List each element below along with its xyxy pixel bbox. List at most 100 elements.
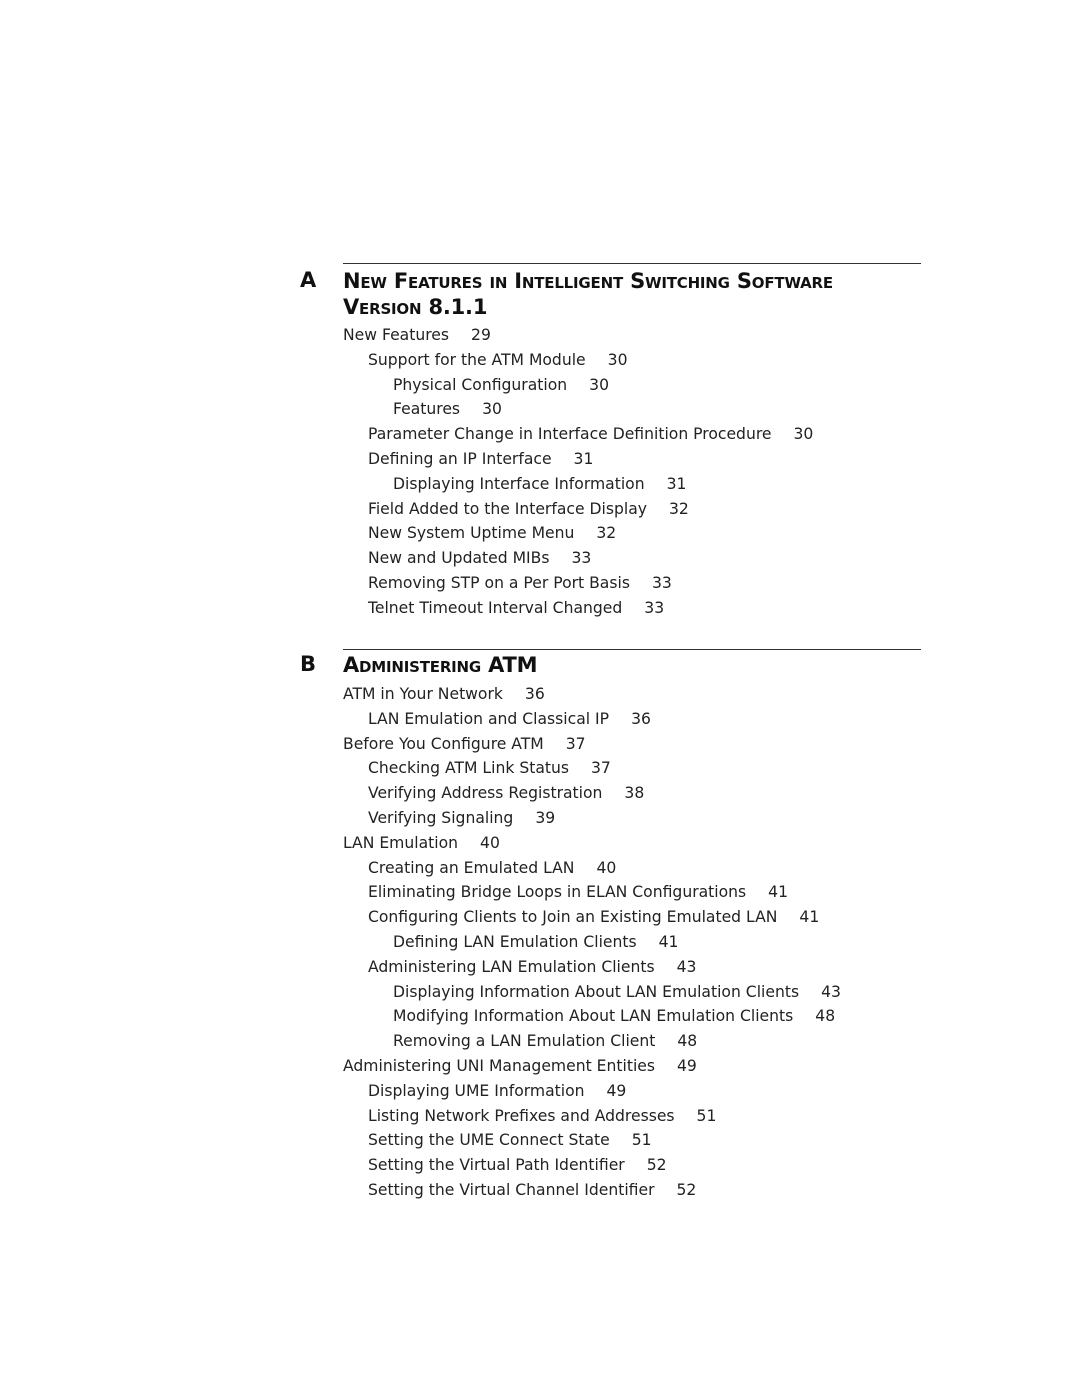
toc-entry-page-number: 37 xyxy=(591,759,611,778)
toc-entry-title: Displaying Information About LAN Emulati… xyxy=(393,982,800,1001)
toc-entry-title: New System Uptime Menu xyxy=(368,524,575,543)
toc-entry-page-number: 32 xyxy=(669,499,689,518)
toc-entry-page-number: 31 xyxy=(573,449,594,468)
toc-entry-title: Eliminating Bridge Loops in ELAN Configu… xyxy=(368,883,747,902)
toc-entry[interactable]: Verifying Signaling 39 xyxy=(343,806,841,831)
toc-entry[interactable]: Displaying Interface Information 31 xyxy=(343,472,813,497)
toc-entry[interactable]: Creating an Emulated LAN 40 xyxy=(343,856,841,881)
toc-entry[interactable]: Administering UNI Management Entities 49 xyxy=(343,1054,841,1079)
toc-entry-page-number: 36 xyxy=(524,685,545,703)
toc-entry-title: ATM in Your Network xyxy=(343,685,503,703)
toc-entry[interactable]: Administering LAN Emulation Clients 43 xyxy=(343,955,841,980)
toc-entry-page-number: 31 xyxy=(666,474,687,493)
toc-entry-title: Features xyxy=(393,400,461,419)
toc-entry[interactable]: Setting the Virtual Channel Identifier 52 xyxy=(343,1178,841,1203)
toc-entry-page-number: 33 xyxy=(644,598,665,617)
toc-entry-page-number: 49 xyxy=(606,1081,627,1100)
toc-entry[interactable]: Defining an IP Interface 31 xyxy=(343,447,813,472)
toc-entry-page-number: 32 xyxy=(596,524,617,543)
toc-entry-title: Before You Configure ATM xyxy=(343,734,544,753)
toc-entry[interactable]: Before You Configure ATM 37 xyxy=(343,732,841,757)
toc-entry-title: Checking ATM Link Status xyxy=(368,759,570,778)
toc-entry-page-number: 30 xyxy=(589,375,609,394)
toc-entry[interactable]: Modifying Information About LAN Emulatio… xyxy=(343,1004,841,1029)
toc-entry-page-number: 36 xyxy=(631,709,651,728)
toc-entry[interactable]: New System Uptime Menu 32 xyxy=(343,521,813,546)
toc-entry-title: Creating an Emulated LAN xyxy=(368,858,575,877)
toc-entry-title: Displaying Interface Information xyxy=(393,474,645,493)
toc-entry[interactable]: Displaying UME Information 49 xyxy=(343,1079,841,1104)
toc-entry[interactable]: Removing a LAN Emulation Client 48 xyxy=(343,1029,841,1054)
toc-entry-page-number: 33 xyxy=(571,549,592,568)
toc-entry-title: Verifying Signaling xyxy=(368,808,514,827)
toc-entry-title: Verifying Address Registration xyxy=(368,784,603,803)
toc-entry-page-number: 40 xyxy=(480,833,500,852)
toc-entry-title: Removing a LAN Emulation Client xyxy=(393,1032,656,1051)
toc-entry[interactable]: Setting the UME Connect State 51 xyxy=(343,1128,841,1153)
toc-entry-title: Displaying UME Information xyxy=(368,1081,585,1100)
toc-entry[interactable]: Configuring Clients to Join an Existing … xyxy=(343,905,841,930)
toc-entry[interactable]: Parameter Change in Interface Definition… xyxy=(343,422,813,447)
toc-entry-title: Support for the ATM Module xyxy=(368,350,586,369)
section-divider xyxy=(343,263,921,264)
toc-entry-page-number: 43 xyxy=(821,982,841,1001)
toc-entry[interactable]: Checking ATM Link Status 37 xyxy=(343,756,841,781)
toc-entry-title: Configuring Clients to Join an Existing … xyxy=(368,908,778,927)
toc-entry[interactable]: Listing Network Prefixes and Addresses 51 xyxy=(343,1104,841,1129)
toc-entry[interactable]: Field Added to the Interface Display 32 xyxy=(343,497,813,522)
toc-entry-page-number: 38 xyxy=(624,784,645,803)
toc-entries: ATM in Your Network 36 LAN Emulation and C… xyxy=(343,682,841,1203)
toc-entry-title: Physical Configuration xyxy=(393,375,568,394)
appendix-letter: B xyxy=(300,652,317,676)
toc-entry-title: Defining LAN Emulation Clients xyxy=(393,932,637,951)
toc-entry[interactable]: Setting the Virtual Path Identifier 52 xyxy=(343,1153,841,1178)
toc-entry-title: Setting the Virtual Path Identifier xyxy=(368,1156,625,1175)
toc-entry[interactable]: Removing STP on a Per Port Basis 33 xyxy=(343,571,813,596)
toc-entry-title: LAN Emulation xyxy=(343,833,459,852)
toc-entry-page-number: 48 xyxy=(677,1032,698,1051)
appendix-title-line2: Version 8.1.1 xyxy=(343,295,488,319)
toc-entry[interactable]: ATM in Your Network 36 xyxy=(343,682,841,707)
toc-entry-title: New Features xyxy=(343,326,450,344)
toc-entry-title: Setting the UME Connect State xyxy=(368,1131,610,1150)
toc-entry-page-number: 33 xyxy=(651,573,672,592)
toc-entry-title: Modifying Information About LAN Emulatio… xyxy=(393,1007,794,1026)
toc-entry[interactable]: Displaying Information About LAN Emulati… xyxy=(343,980,841,1005)
toc-entry-page-number: 52 xyxy=(646,1156,667,1175)
toc-entry-page-number: 51 xyxy=(696,1106,717,1125)
toc-entry[interactable]: Eliminating Bridge Loops in ELAN Configu… xyxy=(343,880,841,905)
toc-entry[interactable]: LAN Emulation 40 xyxy=(343,831,841,856)
toc-entry-page-number: 40 xyxy=(596,858,617,877)
section-divider xyxy=(343,649,921,650)
appendix-title-line1: Administering ATM xyxy=(343,653,538,677)
toc-entry[interactable]: Support for the ATM Module 30 xyxy=(343,348,813,373)
toc-entry-title: LAN Emulation and Classical IP xyxy=(368,709,610,728)
toc-entry-page-number: 37 xyxy=(565,734,586,753)
toc-entry-page-number: 39 xyxy=(535,808,556,827)
toc-entry[interactable]: Verifying Address Registration 38 xyxy=(343,781,841,806)
toc-entry[interactable]: Features 30 xyxy=(343,397,813,422)
toc-entry-page-number: 41 xyxy=(799,908,820,927)
toc-entry-title: Listing Network Prefixes and Addresses xyxy=(368,1106,675,1125)
toc-entry-page-number: 52 xyxy=(676,1180,697,1199)
toc-entry-title: Setting the Virtual Channel Identifier xyxy=(368,1180,655,1199)
toc-entry-page-number: 29 xyxy=(471,326,491,344)
toc-entry-page-number: 49 xyxy=(677,1056,697,1075)
toc-entry-page-number: 41 xyxy=(768,883,789,902)
toc-entry-title: Defining an IP Interface xyxy=(368,449,552,468)
appendix-title-line1: New Features in Intelligent Switching So… xyxy=(343,269,833,293)
toc-entry-page-number: 30 xyxy=(607,350,628,369)
toc-entry-page-number: 43 xyxy=(676,957,697,976)
toc-entry[interactable]: Physical Configuration 30 xyxy=(343,373,813,398)
toc-entry-title: Administering LAN Emulation Clients xyxy=(368,957,655,976)
toc-entry-page-number: 30 xyxy=(793,425,814,444)
appendix-letter: A xyxy=(300,268,317,292)
toc-entry-title: Parameter Change in Interface Definition… xyxy=(368,425,772,444)
toc-entry[interactable]: LAN Emulation and Classical IP 36 xyxy=(343,707,841,732)
toc-entry[interactable]: Defining LAN Emulation Clients 41 xyxy=(343,930,841,955)
toc-entry[interactable]: New and Updated MIBs 33 xyxy=(343,546,813,571)
toc-entry[interactable]: New Features 29 xyxy=(343,323,813,348)
toc-entry-page-number: 51 xyxy=(631,1131,652,1150)
toc-entry[interactable]: Telnet Timeout Interval Changed 33 xyxy=(343,596,813,621)
toc-entry-title: Field Added to the Interface Display xyxy=(368,499,647,518)
